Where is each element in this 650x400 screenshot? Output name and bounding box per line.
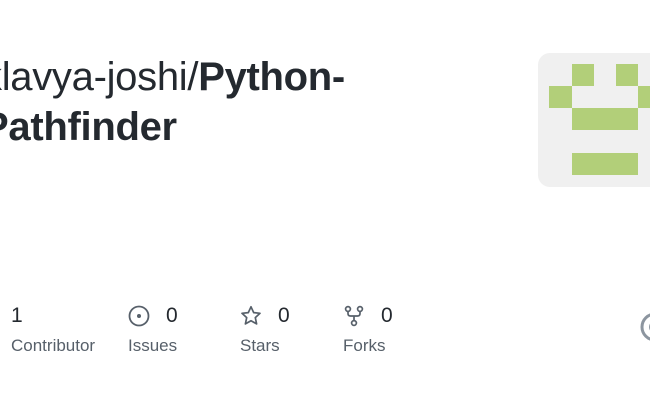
- repo-social-card: klavya-joshi/Python- Pathfinder 1 Contrib…: [0, 0, 650, 400]
- contributors-label: Contributor: [11, 336, 96, 355]
- repo-name-part1[interactable]: Python-: [198, 55, 345, 99]
- identicon-block: [572, 153, 638, 175]
- identicon-icon: [549, 64, 650, 175]
- identicon-block: [616, 64, 638, 86]
- owner-avatar[interactable]: [538, 53, 650, 187]
- issues-stat[interactable]: 0 Issues: [128, 302, 178, 362]
- fork-icon: [343, 305, 365, 327]
- repo-name-part2[interactable]: Pathfinder: [0, 105, 177, 149]
- issue-circle-icon: [128, 305, 150, 327]
- contributors-count: 1: [11, 304, 23, 327]
- issues-label: Issues: [128, 336, 178, 355]
- star-icon: [240, 305, 262, 327]
- forks-count: 0: [381, 304, 393, 327]
- stars-count: 0: [278, 304, 290, 327]
- identicon-block: [549, 86, 572, 108]
- contributors-stat[interactable]: 1 Contributor: [11, 302, 95, 362]
- forks-label: Forks: [343, 336, 386, 355]
- issues-count: 0: [166, 304, 178, 327]
- forks-stat[interactable]: 0 Forks: [343, 302, 393, 362]
- identicon-block: [638, 86, 650, 108]
- repo-stats: 1 Contributor 0 Issues 0 Stars 0 Forks: [0, 302, 650, 362]
- identicon-block: [572, 64, 594, 86]
- repo-title[interactable]: klavya-joshi/Python- Pathfinder: [0, 52, 502, 152]
- identicon-block: [572, 108, 638, 130]
- stars-label: Stars: [240, 336, 280, 355]
- stars-stat[interactable]: 0 Stars: [240, 302, 290, 362]
- github-logo-icon: [640, 313, 650, 341]
- repo-owner[interactable]: klavya-joshi/: [0, 55, 198, 99]
